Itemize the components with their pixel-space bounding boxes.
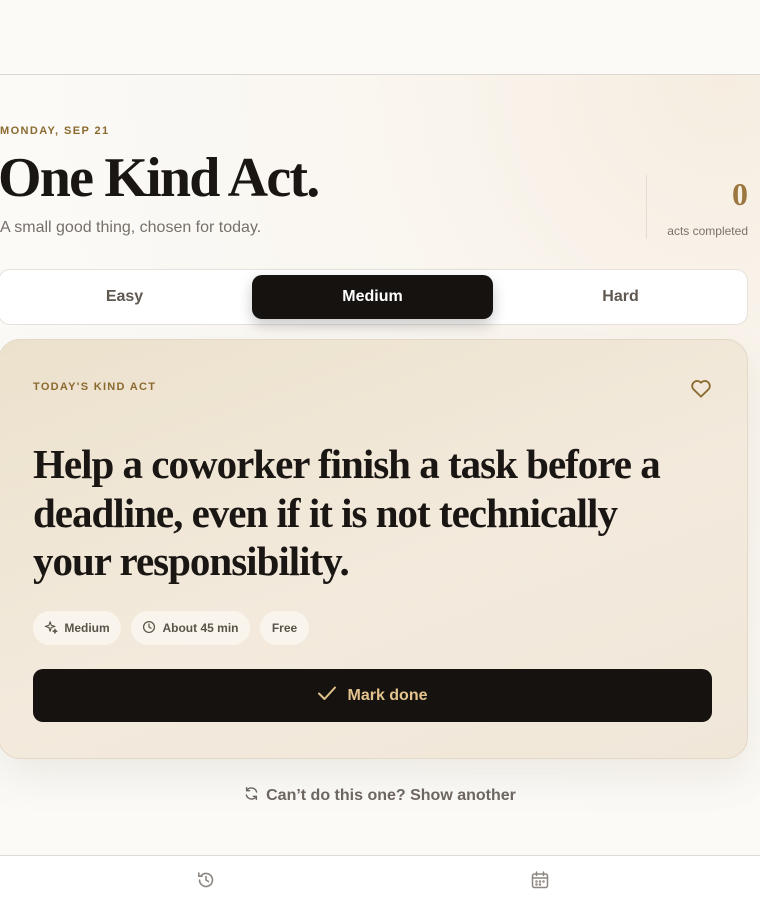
mark-done-button[interactable]: Mark done [33, 669, 712, 722]
show-another-label: Can’t do this one? Show another [266, 787, 516, 804]
history-icon[interactable] [195, 869, 217, 891]
top-bar [0, 0, 760, 75]
chip-duration: About 45 min [131, 611, 250, 645]
stats-divider [646, 175, 647, 239]
tab-hard[interactable]: Hard [500, 275, 741, 319]
page-subtitle: A small good thing, chosen for today. [0, 219, 262, 236]
date-label: MONDAY, SEP 21 [0, 125, 110, 137]
acts-count-label: acts completed [667, 224, 748, 238]
act-text: Help a coworker finish a task before a d… [33, 441, 661, 584]
tab-easy[interactable]: Easy [4, 275, 245, 319]
clock-icon [142, 620, 156, 637]
tab-medium[interactable]: Medium [252, 275, 493, 319]
show-another-button[interactable]: Can’t do this one? Show another [0, 786, 760, 806]
check-icon [317, 685, 337, 706]
heart-outline-icon[interactable] [688, 375, 714, 401]
calendar-icon[interactable] [529, 869, 551, 891]
acts-count: 0 [732, 176, 748, 212]
chip-label: About 45 min [162, 621, 239, 635]
chip-cost: Free [260, 611, 309, 645]
chip-difficulty: Medium [33, 611, 121, 645]
sparkle-icon [44, 620, 58, 637]
refresh-icon [244, 786, 259, 806]
chip-label: Medium [64, 621, 110, 635]
card-label: TODAY'S KIND ACT [33, 381, 157, 393]
page-title: One Kind Act. [0, 147, 320, 209]
chip-label: Free [271, 621, 298, 635]
difficulty-tabs: Easy Medium Hard [0, 269, 748, 325]
mark-done-label: Mark done [347, 686, 428, 704]
bottom-nav [0, 855, 760, 900]
